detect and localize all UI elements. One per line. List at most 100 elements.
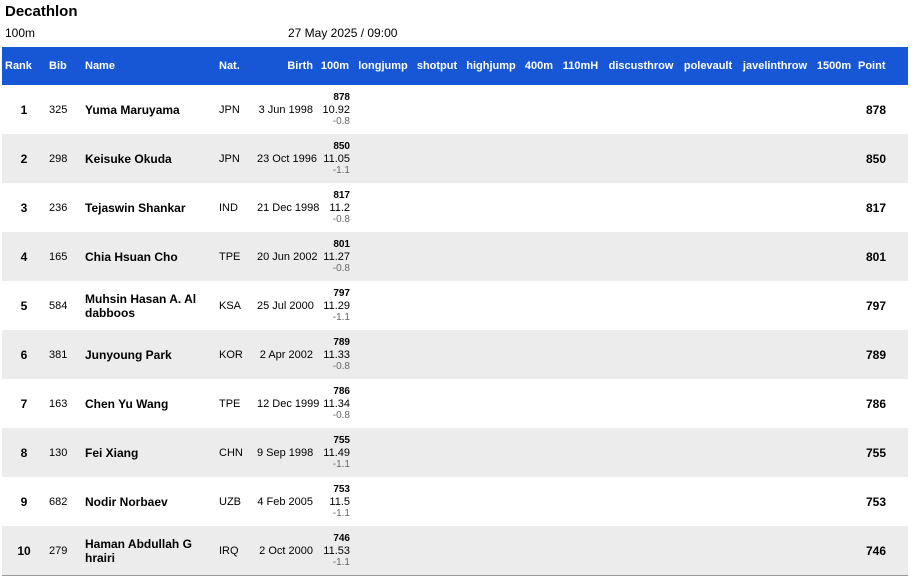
table-row[interactable]: 10 279 Haman Abdullah G hrairi IRQ 2 Oct 200… [2, 526, 908, 575]
athlete-name[interactable]: Tejaswin Shankar [82, 183, 216, 232]
col-birth[interactable]: Birth [254, 47, 316, 85]
result-javelinthrow-cell [737, 477, 813, 526]
col-highjump[interactable]: highjump [462, 47, 520, 85]
nat-cell: TPE [219, 250, 241, 263]
athlete-name[interactable]: Fei Xiang [82, 428, 216, 477]
result-400m-cell [520, 526, 558, 575]
result-shotput-cell [412, 428, 462, 477]
col-400m[interactable]: 400m [520, 47, 558, 85]
col-shotput[interactable]: shotput [412, 47, 462, 85]
nat-cell: KOR [219, 348, 243, 361]
result-javelinthrow-cell [737, 281, 813, 330]
result-100m-cell: 789 11.33 -0.8 [316, 330, 354, 379]
athlete-name[interactable]: Keisuke Okuda [82, 134, 216, 183]
result-discusthrow-cell [603, 85, 679, 134]
col-name[interactable]: Name [82, 47, 216, 85]
col-110mh[interactable]: 110mH [558, 47, 603, 85]
col-polevault[interactable]: polevault [679, 47, 737, 85]
result-javelinthrow-cell [737, 526, 813, 575]
total-points-cell: 786 [865, 396, 886, 411]
table-row[interactable]: 3 236 Tejaswin Shankar IND 21 Dec 1998 817 11.… [2, 183, 908, 232]
result-longjump-cell [354, 526, 412, 575]
table-row[interactable]: 5 584 Muhsin Hasan A. Al dabboos KSA 25 Jul … [2, 281, 908, 330]
athlete-name[interactable]: Nodir Norbaev [82, 477, 216, 526]
result-100m-time: 11.29 [323, 299, 350, 312]
rank-cell: 7 [20, 396, 28, 411]
result-100m-cell: 786 11.34 -0.8 [316, 379, 354, 428]
result-400m-cell [520, 183, 558, 232]
result-shotput-cell [412, 183, 462, 232]
result-1500m-cell [813, 134, 855, 183]
result-100m-wind: -1.1 [332, 507, 350, 519]
result-shotput-cell [412, 330, 462, 379]
col-bib[interactable]: Bib [46, 47, 82, 85]
result-discusthrow-cell [603, 379, 679, 428]
result-100m-points: 755 [333, 434, 350, 446]
birth-cell: 3 Jun 1998 [258, 103, 313, 116]
result-100m-time: 11.53 [323, 544, 350, 557]
rank-cell: 4 [20, 249, 28, 264]
result-highjump-cell [462, 477, 520, 526]
table-row[interactable]: 4 165 Chia Hsuan Cho TPE 20 Jun 2002 801 11.27… [2, 232, 908, 281]
table-row[interactable]: 1 325 Yuma Maruyama JPN 3 Jun 1998 878 10.92 -0… [2, 85, 908, 134]
col-longjump[interactable]: longjump [354, 47, 412, 85]
result-highjump-cell [462, 379, 520, 428]
result-100m-cell: 746 11.53 -1.1 [316, 526, 354, 575]
nat-cell: UZB [219, 495, 241, 508]
result-javelinthrow-cell [737, 379, 813, 428]
result-400m-cell [520, 232, 558, 281]
rank-cell: 3 [20, 200, 28, 215]
result-100m-time: 11.5 [329, 495, 350, 508]
athlete-name[interactable]: Junyoung Park [82, 330, 216, 379]
athlete-name[interactable]: Chia Hsuan Cho [82, 232, 216, 281]
birth-cell: 23 Oct 1996 [257, 152, 317, 165]
result-1500m-cell [813, 281, 855, 330]
result-longjump-cell [354, 85, 412, 134]
col-point[interactable]: Point [855, 47, 908, 85]
birth-cell: 4 Feb 2005 [257, 495, 313, 508]
result-100m-wind: -1.1 [332, 556, 350, 568]
col-nat[interactable]: Nat. [216, 47, 254, 85]
table-header-row: Rank Bib Name Nat. Birth 100m longjump s… [2, 47, 908, 85]
col-1500m[interactable]: 1500m [813, 47, 855, 85]
table-row[interactable]: 6 381 Junyoung Park KOR 2 Apr 2002 789 11.33 -0… [2, 330, 908, 379]
result-longjump-cell [354, 232, 412, 281]
result-polevault-cell [679, 379, 737, 428]
result-longjump-cell [354, 134, 412, 183]
bib-cell: 279 [49, 544, 68, 557]
rank-cell: 10 [17, 543, 31, 558]
athlete-name[interactable]: Yuma Maruyama [82, 85, 216, 134]
result-110mh-cell [558, 281, 603, 330]
col-discusthrow[interactable]: discusthrow [603, 47, 679, 85]
result-110mh-cell [558, 477, 603, 526]
result-100m-cell: 878 10.92 -0.8 [316, 85, 354, 134]
result-discusthrow-cell [603, 183, 679, 232]
rank-cell: 5 [20, 298, 28, 313]
result-polevault-cell [679, 183, 737, 232]
result-100m-points: 850 [333, 140, 350, 152]
col-rank[interactable]: Rank [2, 47, 46, 85]
col-javelinthrow[interactable]: javelinthrow [737, 47, 813, 85]
nat-cell: KSA [219, 299, 242, 312]
result-110mh-cell [558, 526, 603, 575]
col-100m[interactable]: 100m [316, 47, 354, 85]
nat-cell: CHN [219, 446, 243, 459]
birth-cell: 12 Dec 1999 [257, 397, 320, 410]
result-100m-wind: -1.1 [332, 311, 350, 323]
athlete-name[interactable]: Muhsin Hasan A. Al dabboos [82, 281, 216, 330]
result-100m-points: 801 [333, 238, 350, 250]
table-row[interactable]: 7 163 Chen Yu Wang TPE 12 Dec 1999 786 11.34 -0… [2, 379, 908, 428]
result-shotput-cell [412, 477, 462, 526]
table-row[interactable]: 8 130 Fei Xiang CHN 9 Sep 1998 755 11.49 -1.1 75… [2, 428, 908, 477]
result-1500m-cell [813, 330, 855, 379]
athlete-name[interactable]: Haman Abdullah G hrairi [82, 526, 216, 575]
table-row[interactable]: 9 682 Nodir Norbaev UZB 4 Feb 2005 753 11.5 -1.… [2, 477, 908, 526]
result-shotput-cell [412, 281, 462, 330]
table-row[interactable]: 2 298 Keisuke Okuda JPN 23 Oct 1996 850 11.05-… [2, 134, 908, 183]
result-longjump-cell [354, 183, 412, 232]
bib-cell: 130 [49, 446, 68, 459]
result-100m-wind: -1.1 [332, 164, 350, 176]
birth-cell: 20 Jun 2002 [257, 250, 318, 263]
rank-cell: 6 [20, 347, 28, 362]
athlete-name[interactable]: Chen Yu Wang [82, 379, 216, 428]
